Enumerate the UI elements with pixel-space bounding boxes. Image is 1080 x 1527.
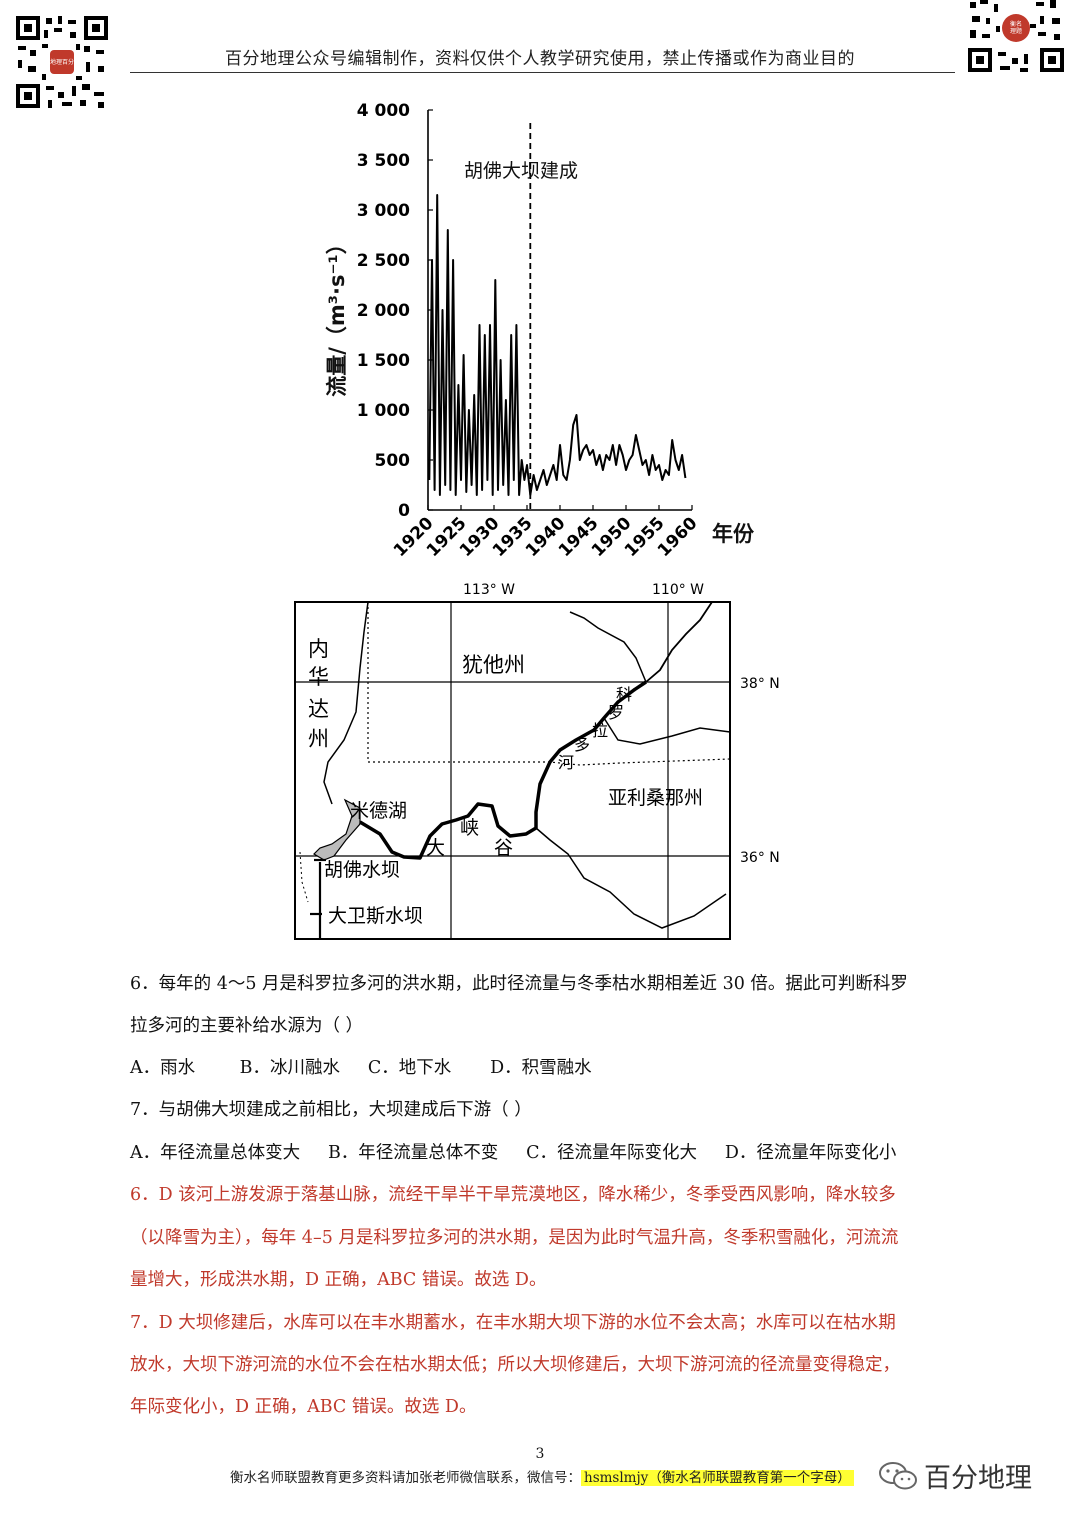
lake-mead-label: 米德湖 [350,800,407,822]
header-notice: 百分地理公众号编辑制作，资料仅供个人教学研究使用，禁止传播或作为商业目的 [225,49,855,69]
dam-annotation: 胡佛大坝建成 [464,160,578,182]
nevada-char-1: 内 [308,637,329,661]
canyon-char-1: 大 [426,837,445,859]
question-7-line-1: 7．与胡佛大坝建成之前相比，大坝建成后下游（ ） [130,1100,532,1120]
answer-7-line-2: 放水，大坝下游河流的水位不会在枯水期太低；所以大坝修建后，大坝下游河流的径流量变… [130,1355,900,1375]
nevada-char-3: 达 [308,697,329,721]
y-tick-label: 4 000 [357,101,410,121]
y-tick-label: 3 000 [357,201,410,221]
flow-chart: 05001 0001 5002 0002 5003 0003 5004 000 … [325,101,755,561]
question-6-options: A．雨水 B．冰川融水 C．地下水 D．积雪融水 [130,1058,592,1078]
answer-7-line-3: 年际变化小，D 正确，ABC 错误。故选 D。 [130,1397,477,1417]
brand-name: 百分地理 [924,1463,1032,1494]
question-6-line-2: 拉多河的主要补给水源为（ ） [130,1016,364,1036]
y-axis-label: 流量/（m³·s⁻¹） [325,233,349,397]
hoover-dam-label: 胡佛水坝 [324,859,400,881]
footer-contact: 衡水名师联盟教育更多资料请加张老师微信联系，微信号： hsmslmjy（衡水名师联… [230,1466,854,1486]
river-char-5: 河 [558,753,574,772]
y-tick-label: 2 000 [357,301,410,321]
qr-right-label: 衡名理题 [1009,21,1022,35]
y-tick-label: 500 [375,451,411,471]
lon-label-113w: 113° W [463,582,515,598]
wechat-id-highlight: hsmslmjy（衡水名师联盟教育第一个字母） [581,1470,854,1486]
answer-6-line-3: 量增大，形成洪水期，D 正确，ABC 错误。故选 D。 [130,1270,547,1290]
lon-label-110w: 110° W [652,582,704,598]
lat-label-36n: 36° N [740,850,780,866]
y-tick-label: 0 [398,501,410,521]
flow-series-line [428,194,687,496]
utah-label: 犹他州 [462,653,525,677]
nevada-char-4: 州 [308,727,329,751]
river-char-4: 多 [574,735,590,754]
footer-text: 衡水名师联盟教育更多资料请加张老师微信联系，微信号： [230,1470,581,1486]
arizona-label: 亚利桑那州 [608,787,703,809]
answer-6-line-2: （以降雪为主），每年 4–5 月是科罗拉多河的洪水期，是因为此时气温升高，冬季积… [130,1228,899,1248]
y-tick-label: 1 500 [357,351,410,371]
x-tick-labels: 192019251930193519401945195019551960 [390,513,702,561]
river-char-3: 拉 [592,721,608,740]
question-7-options: A．年径流量总体变大 B．年径流量总体不变 C．径流量年际变化大 D．径流量年际… [130,1143,897,1163]
header-rule [130,72,955,73]
river-char-1: 科 [616,685,632,704]
brand-watermark: 百分地理 [878,1456,1032,1495]
canyon-char-2: 峡 [460,817,479,839]
canyon-char-3: 谷 [494,837,513,859]
answer-7-line-1: 7．D 大坝修建后，水库可以在丰水期蓄水，在丰水期大坝下游的水位不会太高；水库可… [130,1313,896,1333]
davis-dam-label: 大卫斯水坝 [328,905,423,927]
y-tick-label: 3 500 [357,151,410,171]
question-6-line-1: 6．每年的 4～5 月是科罗拉多河的洪水期，此时径流量与冬季枯水期相差近 30 … [130,974,908,994]
answer-6-line-1: 6．D 该河上游发源于落基山脉，流经干旱半干旱荒漠地区，降水稀少，冬季受西风影响… [130,1185,896,1205]
x-axis-label: 年份 [712,522,755,546]
y-tick-labels: 0 500 1 000 1 500 2 000 2 500 3 000 3 500 4 000 [357,101,410,521]
river-char-2: 罗 [608,703,624,722]
colorado-river-map: 113° W 110° W 38° N 36° N 内 华 达 州 犹他州 亚利… [294,582,780,940]
nevada-char-2: 华 [308,665,329,689]
y-tick-label: 1 000 [357,401,410,421]
wechat-icon [879,1461,917,1489]
lat-label-38n: 38° N [740,676,780,692]
y-tick-label: 2 500 [357,251,410,271]
